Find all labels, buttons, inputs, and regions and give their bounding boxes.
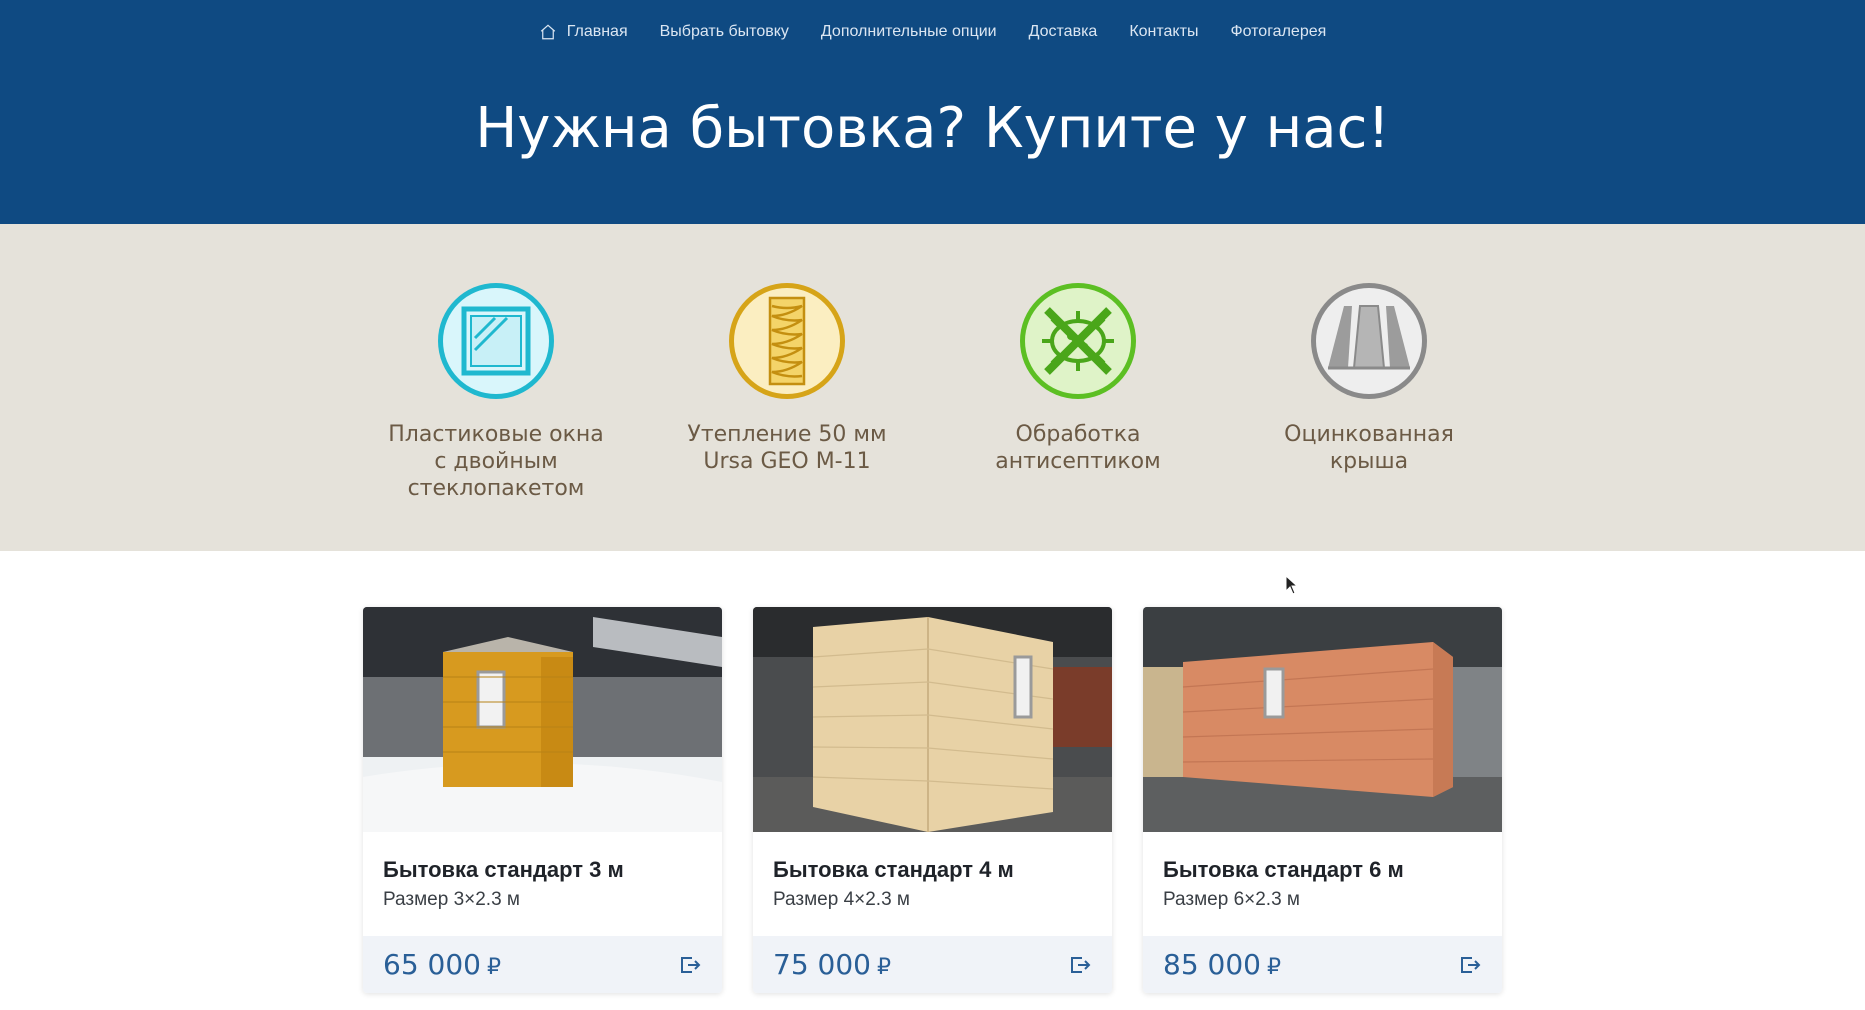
card-footer: 75 000 ₽: [753, 936, 1112, 993]
nav-label-contacts: Контакты: [1129, 23, 1199, 40]
feature-label-insulation: Утепление 50 мм Ursa GEO M-11: [687, 422, 887, 474]
open-product-icon[interactable]: [678, 953, 702, 977]
open-product-icon[interactable]: [1068, 953, 1092, 977]
nav-item-home[interactable]: Главная: [539, 20, 628, 44]
feature-label-antiseptic: Обработка антисептиком: [995, 422, 1161, 474]
feature-label-windows: Пластиковые окна с двойным стеклопакетом: [388, 422, 604, 501]
card-footer: 65 000 ₽: [363, 936, 722, 993]
product-title: Бытовка стандарт 6 м: [1163, 857, 1404, 882]
product-price: 65 000 ₽: [383, 948, 501, 981]
feature-insulation: Утепление 50 мм Ursa GEO M-11: [667, 280, 907, 475]
nav-item-contacts[interactable]: Контакты: [1129, 20, 1198, 44]
feature-windows: Пластиковые окна с двойным стеклопакетом: [376, 280, 616, 502]
card-body: Бытовка стандарт 4 м Размер 4×2.3 м: [753, 837, 1112, 941]
product-card[interactable]: Бытовка стандарт 6 м Размер 6×2.3 м 85 0…: [1143, 607, 1502, 993]
nav-item-gallery[interactable]: Фотогалерея: [1230, 20, 1326, 44]
nav-label-home: Главная: [566, 23, 628, 40]
feature-label-roof: Оцинкованная крыша: [1284, 422, 1454, 474]
nav-label-choose: Выбрать бытовку: [659, 23, 789, 40]
nav-label-options: Дополнительные опции: [820, 23, 997, 40]
feature-roof: Оцинкованная крыша: [1249, 280, 1489, 475]
product-photo: [753, 607, 1112, 832]
window-icon: [438, 283, 554, 399]
product-photo: [363, 607, 722, 832]
card-footer: 85 000 ₽: [1143, 936, 1502, 993]
nav-item-choose[interactable]: Выбрать бытовку: [660, 20, 789, 44]
product-title: Бытовка стандарт 4 м: [773, 857, 1014, 882]
product-card[interactable]: Бытовка стандарт 3 м Размер 3×2.3 м 65 0…: [363, 607, 722, 993]
mouse-cursor-icon: [1285, 575, 1299, 595]
product-price: 85 000 ₽: [1163, 948, 1281, 981]
antiseptic-icon: [1020, 283, 1136, 399]
price-value: 85 000: [1163, 948, 1261, 981]
nav-label-delivery: Доставка: [1028, 23, 1098, 40]
home-icon: [540, 24, 555, 40]
price-value: 65 000: [383, 948, 481, 981]
product-title: Бытовка стандарт 3 м: [383, 857, 624, 882]
product-price: 75 000 ₽: [773, 948, 891, 981]
site-header: Главная Выбрать бытовку Дополнительные о…: [0, 0, 1865, 224]
product-card[interactable]: Бытовка стандарт 4 м Размер 4×2.3 м 75 0…: [753, 607, 1112, 993]
open-product-icon[interactable]: [1458, 953, 1482, 977]
price-value: 75 000: [773, 948, 871, 981]
nav-item-options[interactable]: Дополнительные опции: [821, 20, 997, 44]
currency-symbol: ₽: [876, 955, 891, 980]
main-nav: Главная Выбрать бытовку Дополнительные о…: [0, 20, 1865, 44]
feature-antiseptic: Обработка антисептиком: [958, 280, 1198, 475]
product-photo: [1143, 607, 1502, 832]
currency-symbol: ₽: [486, 955, 501, 980]
roof-icon: [1311, 283, 1427, 399]
product-size: Размер 3×2.3 м: [383, 889, 520, 910]
currency-symbol: ₽: [1266, 955, 1281, 980]
insulation-icon: [729, 283, 845, 399]
card-body: Бытовка стандарт 3 м Размер 3×2.3 м: [363, 837, 722, 941]
product-size: Размер 6×2.3 м: [1163, 889, 1300, 910]
features-section: Пластиковые окна с двойным стеклопакетом…: [0, 224, 1865, 551]
nav-label-gallery: Фотогалерея: [1230, 23, 1327, 40]
nav-item-delivery[interactable]: Доставка: [1029, 20, 1098, 44]
product-size: Размер 4×2.3 м: [773, 889, 910, 910]
hero-title: Нужна бытовка? Купите у нас!: [475, 96, 1390, 161]
card-body: Бытовка стандарт 6 м Размер 6×2.3 м: [1143, 837, 1502, 941]
